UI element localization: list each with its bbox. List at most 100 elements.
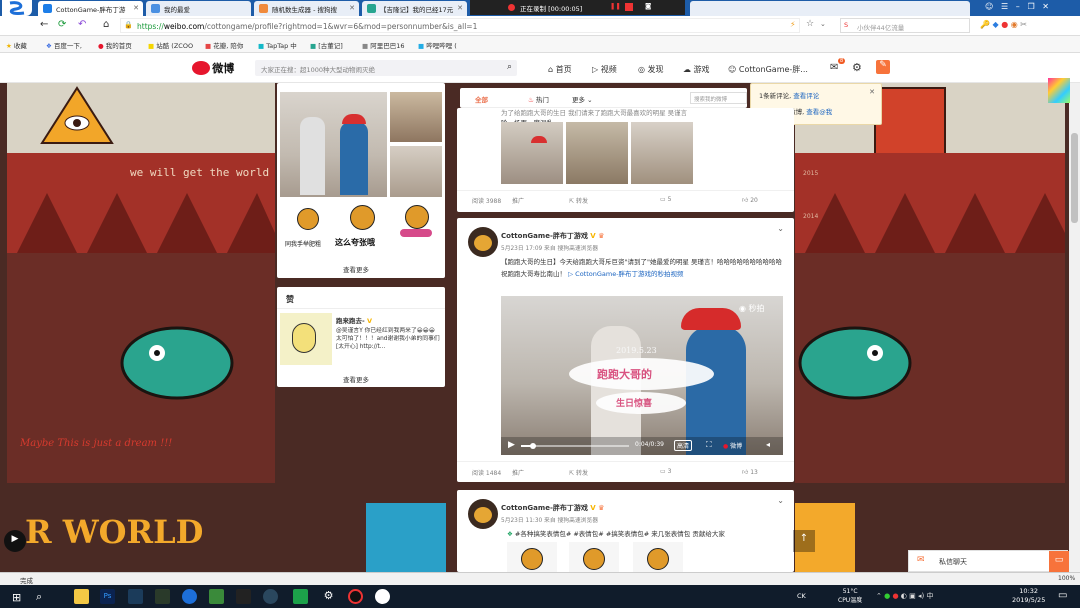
nav-discover[interactable]: ◎ 发现 bbox=[638, 64, 664, 75]
nav-profile[interactable]: ☺ CottonGame-胖... bbox=[728, 64, 808, 75]
camera-icon[interactable]: ◙ bbox=[645, 2, 651, 10]
dropdown-chevron-icon[interactable]: ⌄ bbox=[820, 20, 826, 28]
home-icon[interactable]: ⌂ bbox=[103, 19, 109, 30]
repost-button[interactable]: ⇱ 转发 bbox=[569, 468, 588, 477]
steam-icon[interactable] bbox=[263, 589, 278, 604]
maximize-icon[interactable]: ❐ bbox=[1027, 2, 1034, 11]
scroll-top-button[interactable]: ↑ bbox=[793, 530, 815, 552]
bookmark-baidu[interactable]: ❖ 百度一下, bbox=[46, 40, 82, 50]
chat-expand-button[interactable]: ▭ bbox=[1049, 551, 1069, 573]
album-photo-thumb[interactable] bbox=[390, 146, 442, 197]
app-icon[interactable] bbox=[375, 589, 390, 604]
post-image[interactable] bbox=[631, 122, 693, 184]
notification-comment[interactable]: 1条新评论, 查看评论 bbox=[759, 90, 819, 100]
app-icon[interactable] bbox=[155, 589, 170, 604]
record-icon[interactable] bbox=[348, 589, 363, 604]
tray-icon[interactable]: ◐ bbox=[901, 592, 907, 600]
post-image[interactable] bbox=[633, 542, 683, 572]
extension-icon[interactable]: ◆ bbox=[993, 20, 999, 29]
undo-icon[interactable]: ↶ bbox=[78, 19, 86, 30]
sticker-guitar[interactable] bbox=[395, 203, 440, 253]
promote-button[interactable]: 推广 bbox=[512, 468, 524, 477]
extension-icon[interactable]: 🔑 bbox=[980, 20, 990, 29]
zoom-level[interactable]: 100% bbox=[1058, 575, 1075, 582]
repost-button[interactable]: ⇱ 转发 bbox=[569, 196, 588, 205]
tray-icon[interactable]: ● bbox=[892, 592, 898, 600]
cpu-temp-widget[interactable]: 51°C CPU温度 bbox=[838, 587, 862, 605]
bookmark-favorites[interactable]: ★ 收藏 bbox=[6, 40, 27, 50]
media-player-icon[interactable] bbox=[209, 589, 224, 604]
search-icon[interactable]: ⌕ bbox=[507, 62, 512, 72]
compose-icon[interactable]: ✎ bbox=[876, 60, 890, 74]
comment-button[interactable]: ▭ 5 bbox=[660, 196, 671, 203]
volume-icon[interactable]: ◂) bbox=[918, 592, 924, 600]
app-icon[interactable] bbox=[293, 589, 308, 604]
avatar[interactable] bbox=[468, 499, 498, 529]
bookmark-bilibili[interactable]: ■ 哔哩哔哩 ( bbox=[418, 40, 457, 50]
bookmark-huaban[interactable]: ■ 花瓣, 陪你 bbox=[205, 40, 243, 50]
user-icon[interactable]: ☺ bbox=[985, 2, 993, 11]
promote-button[interactable]: 推广 bbox=[512, 196, 524, 205]
ime-indicator[interactable]: CK bbox=[797, 592, 806, 600]
private-chat-widget[interactable]: ✉ 私信聊天 ▭ bbox=[908, 550, 1069, 573]
close-icon[interactable]: ✕ bbox=[457, 4, 463, 12]
mail-icon[interactable]: ✉ bbox=[830, 62, 838, 73]
clock[interactable]: 10:32 2019/5/25 bbox=[1012, 587, 1045, 605]
play-side-button[interactable]: ▶ bbox=[4, 530, 26, 552]
post-image[interactable] bbox=[507, 542, 557, 572]
filter-hot[interactable]: ♨ 热门 bbox=[528, 94, 549, 104]
browser-logo-icon[interactable] bbox=[2, 0, 32, 16]
bookmark-alibaba[interactable]: ■ 阿里巴巴16 bbox=[362, 40, 405, 50]
bookmark-taptap[interactable]: ■ TapTap 中 bbox=[258, 40, 297, 50]
video-quality-button[interactable]: 高清 bbox=[674, 440, 693, 451]
nav-video[interactable]: ▷ 视频 bbox=[592, 64, 617, 75]
filter-all[interactable]: 全部 bbox=[475, 94, 488, 104]
view-mentions-link[interactable]: 查看@我 bbox=[806, 108, 832, 116]
weibo-logo[interactable]: 微博 bbox=[192, 60, 234, 76]
view-comments-link[interactable]: 查看评论 bbox=[793, 92, 819, 100]
bookmark-zcool[interactable]: ■ 站酷 (ZCOO bbox=[148, 40, 193, 50]
video-progress-handle[interactable] bbox=[530, 443, 536, 449]
extension-icon[interactable]: ● bbox=[1001, 20, 1008, 29]
tab-guliji[interactable]: 【吉隆记】我的已经17元 ✕ bbox=[362, 1, 467, 16]
bookmark-my-home[interactable]: ● 我的首页 bbox=[98, 40, 132, 50]
liked-post-thumb[interactable] bbox=[280, 313, 332, 365]
close-window-icon[interactable]: ✕ bbox=[1042, 2, 1049, 11]
input-method-icon[interactable]: 中 bbox=[926, 592, 933, 600]
sticker-dumbbell[interactable]: 同我手举肥粗 bbox=[285, 203, 330, 253]
volume-icon[interactable]: ◂ bbox=[766, 440, 770, 449]
video-link[interactable]: ▷ CottonGame-胖布丁游戏的秒拍视频 bbox=[568, 270, 683, 278]
close-icon[interactable]: ✕ bbox=[349, 4, 355, 12]
network-icon[interactable]: ▣ bbox=[909, 592, 916, 600]
tab-random-number[interactable]: 随机数生成器 - 搜狗搜 ✕ bbox=[254, 1, 359, 16]
chevron-down-icon[interactable]: ⌄ bbox=[777, 224, 784, 233]
tray-icon[interactable]: ⌃ bbox=[876, 592, 882, 600]
close-icon[interactable]: ✕ bbox=[869, 88, 875, 96]
chevron-down-icon[interactable]: ⌄ bbox=[777, 496, 784, 505]
nav-game[interactable]: ☁ 游戏 bbox=[683, 64, 710, 75]
file-explorer-icon[interactable] bbox=[74, 589, 89, 604]
notifications-icon[interactable]: ▭ bbox=[1058, 590, 1067, 601]
like-button[interactable]: 👍︎ 20 bbox=[742, 196, 758, 204]
menu-icon[interactable]: ☰ bbox=[1001, 2, 1008, 11]
sticker-exaggerate[interactable]: 这么夸张哦 bbox=[335, 203, 390, 253]
tab-favorites[interactable]: 我的最爱 bbox=[146, 1, 251, 16]
comment-button[interactable]: ▭ 3 bbox=[660, 468, 671, 475]
stop-icon[interactable] bbox=[625, 3, 633, 11]
weibo-search-input[interactable]: 大家正在搜：超1000种大型动物闹灭绝 ⌕ bbox=[255, 60, 517, 76]
filter-more[interactable]: 更多 ⌄ bbox=[572, 94, 593, 104]
address-field[interactable]: 🔒 https://weibo.com/cottongame/profile?r… bbox=[120, 18, 800, 33]
liked-post-user[interactable]: 跑来跑去- V bbox=[336, 315, 372, 325]
post-image[interactable] bbox=[569, 542, 619, 572]
nav-home[interactable]: ⌂ 首页 bbox=[548, 64, 572, 75]
windows-start-icon[interactable]: ⊞ bbox=[12, 591, 21, 604]
post-image[interactable] bbox=[501, 122, 563, 184]
album-photo-thumb[interactable] bbox=[390, 92, 442, 142]
scrollbar-thumb[interactable] bbox=[1071, 133, 1078, 223]
search-icon[interactable]: ⌕ bbox=[36, 590, 42, 604]
post-image[interactable] bbox=[566, 122, 628, 184]
video-progress-track[interactable] bbox=[521, 443, 629, 449]
video-player[interactable]: 2019.5.23 跑跑大哥的 生日惊喜 ◉ 秒拍 ▶ 0:04/0:39 高清… bbox=[501, 296, 783, 455]
settings-gear-icon[interactable]: ⚙ bbox=[321, 589, 336, 604]
app-icon[interactable] bbox=[128, 589, 143, 604]
